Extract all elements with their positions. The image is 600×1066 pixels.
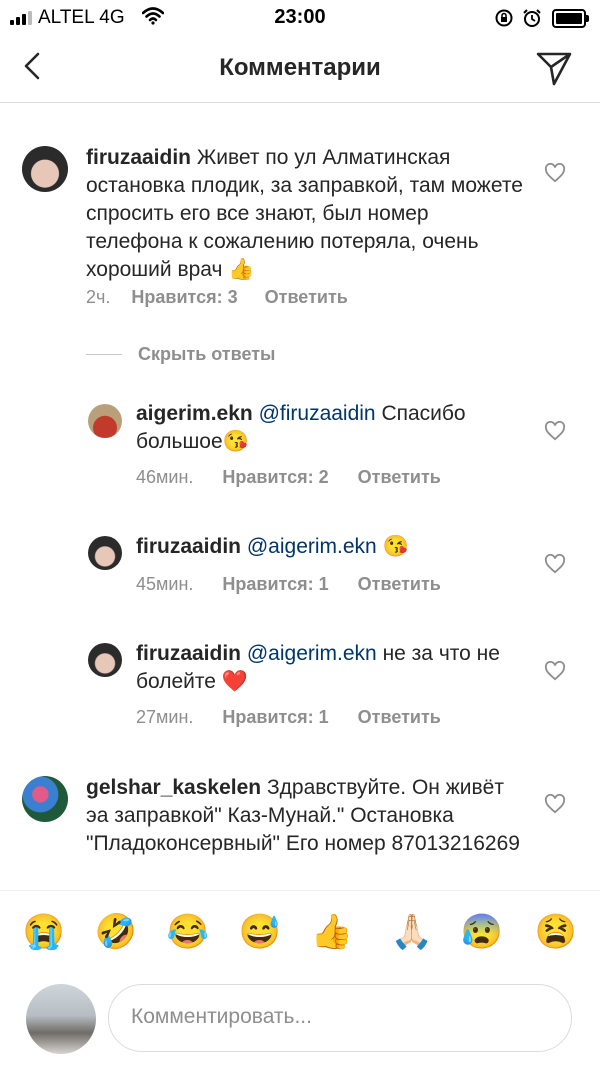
avatar[interactable] bbox=[22, 776, 68, 822]
reply-body: firuzaaidin @aigerim.ekn 😘 bbox=[136, 533, 526, 561]
comment-input[interactable]: Комментировать... bbox=[108, 984, 572, 1052]
emoji-button[interactable]: 😫 bbox=[534, 912, 578, 952]
battery-icon bbox=[552, 9, 589, 28]
emoji-bar: 😭 🤣 😂 😅 👍 🙏🏻 😰 😫 bbox=[0, 912, 600, 958]
reply-text: 😘 bbox=[376, 535, 409, 558]
direct-send-icon[interactable] bbox=[534, 48, 574, 88]
comment-input-placeholder: Комментировать... bbox=[131, 1005, 312, 1028]
heart-icon[interactable] bbox=[544, 794, 566, 814]
heart-icon[interactable] bbox=[544, 163, 566, 183]
reply-meta: 27мин. Нравится: 1 Ответить bbox=[136, 707, 441, 728]
avatar[interactable] bbox=[88, 404, 122, 438]
reply-username[interactable]: firuzaaidin bbox=[136, 642, 241, 665]
heart-icon[interactable] bbox=[544, 421, 566, 441]
reply-time: 27мин. bbox=[136, 707, 194, 727]
comment-body: firuzaaidin Живет по ул Алматинская оста… bbox=[86, 144, 526, 284]
emoji-button[interactable]: 😰 bbox=[460, 912, 504, 952]
avatar[interactable] bbox=[22, 146, 68, 192]
avatar[interactable] bbox=[88, 536, 122, 570]
heart-icon[interactable] bbox=[544, 661, 566, 681]
reply-button[interactable]: Ответить bbox=[358, 467, 441, 487]
alarm-icon bbox=[523, 9, 541, 27]
emoji-button[interactable]: 😭 bbox=[22, 912, 66, 952]
reply-button[interactable]: Ответить bbox=[358, 574, 441, 594]
emoji-button[interactable]: 👍 bbox=[310, 912, 354, 952]
emoji-button[interactable]: 😅 bbox=[238, 912, 282, 952]
reply-meta: 46мин. Нравится: 2 Ответить bbox=[136, 467, 441, 488]
page-title: Комментарии bbox=[219, 54, 381, 81]
mention-link[interactable]: @aigerim.ekn bbox=[247, 642, 377, 665]
reply-button[interactable]: Ответить bbox=[265, 287, 348, 307]
reply-meta: 45мин. Нравится: 1 Ответить bbox=[136, 574, 441, 595]
hide-replies-button[interactable]: Скрыть ответы bbox=[138, 344, 275, 365]
emoji-button[interactable]: 🙏🏻 bbox=[390, 912, 434, 952]
likes-count[interactable]: Нравится: 2 bbox=[222, 467, 328, 487]
emoji-button[interactable]: 🤣 bbox=[94, 912, 138, 952]
likes-count[interactable]: Нравится: 3 bbox=[131, 287, 237, 307]
comment-time: 2ч. bbox=[86, 287, 111, 307]
reply-username[interactable]: aigerim.ekn bbox=[136, 402, 253, 425]
avatar[interactable] bbox=[88, 643, 122, 677]
reply-button[interactable]: Ответить bbox=[358, 707, 441, 727]
orientation-lock-icon bbox=[495, 9, 513, 27]
heart-icon[interactable] bbox=[544, 554, 566, 574]
reply-body: firuzaaidin @aigerim.ekn не за что не бо… bbox=[136, 640, 526, 696]
mention-link[interactable]: @firuzaaidin bbox=[259, 402, 376, 425]
reply-username[interactable]: firuzaaidin bbox=[136, 535, 241, 558]
divider bbox=[0, 890, 600, 891]
reply-time: 45мин. bbox=[136, 574, 194, 594]
comment-username[interactable]: firuzaaidin bbox=[86, 146, 191, 169]
header-bar: Комментарии bbox=[0, 36, 600, 103]
comment-body: gelshar_kaskelen Здравствуйте. Он живёт … bbox=[86, 774, 526, 858]
divider bbox=[86, 354, 122, 355]
comment-username[interactable]: gelshar_kaskelen bbox=[86, 776, 261, 799]
likes-count[interactable]: Нравится: 1 bbox=[222, 574, 328, 594]
likes-count[interactable]: Нравится: 1 bbox=[222, 707, 328, 727]
mention-link[interactable]: @aigerim.ekn bbox=[247, 535, 377, 558]
status-bar: ALTEL 4G 23:00 bbox=[0, 0, 600, 36]
emoji-button[interactable]: 😂 bbox=[166, 912, 210, 952]
reply-time: 46мин. bbox=[136, 467, 194, 487]
reply-body: aigerim.ekn @firuzaaidin Спасибо большое… bbox=[136, 400, 526, 456]
avatar bbox=[26, 984, 96, 1054]
comment-meta: 2ч. Нравится: 3 Ответить bbox=[86, 287, 348, 308]
